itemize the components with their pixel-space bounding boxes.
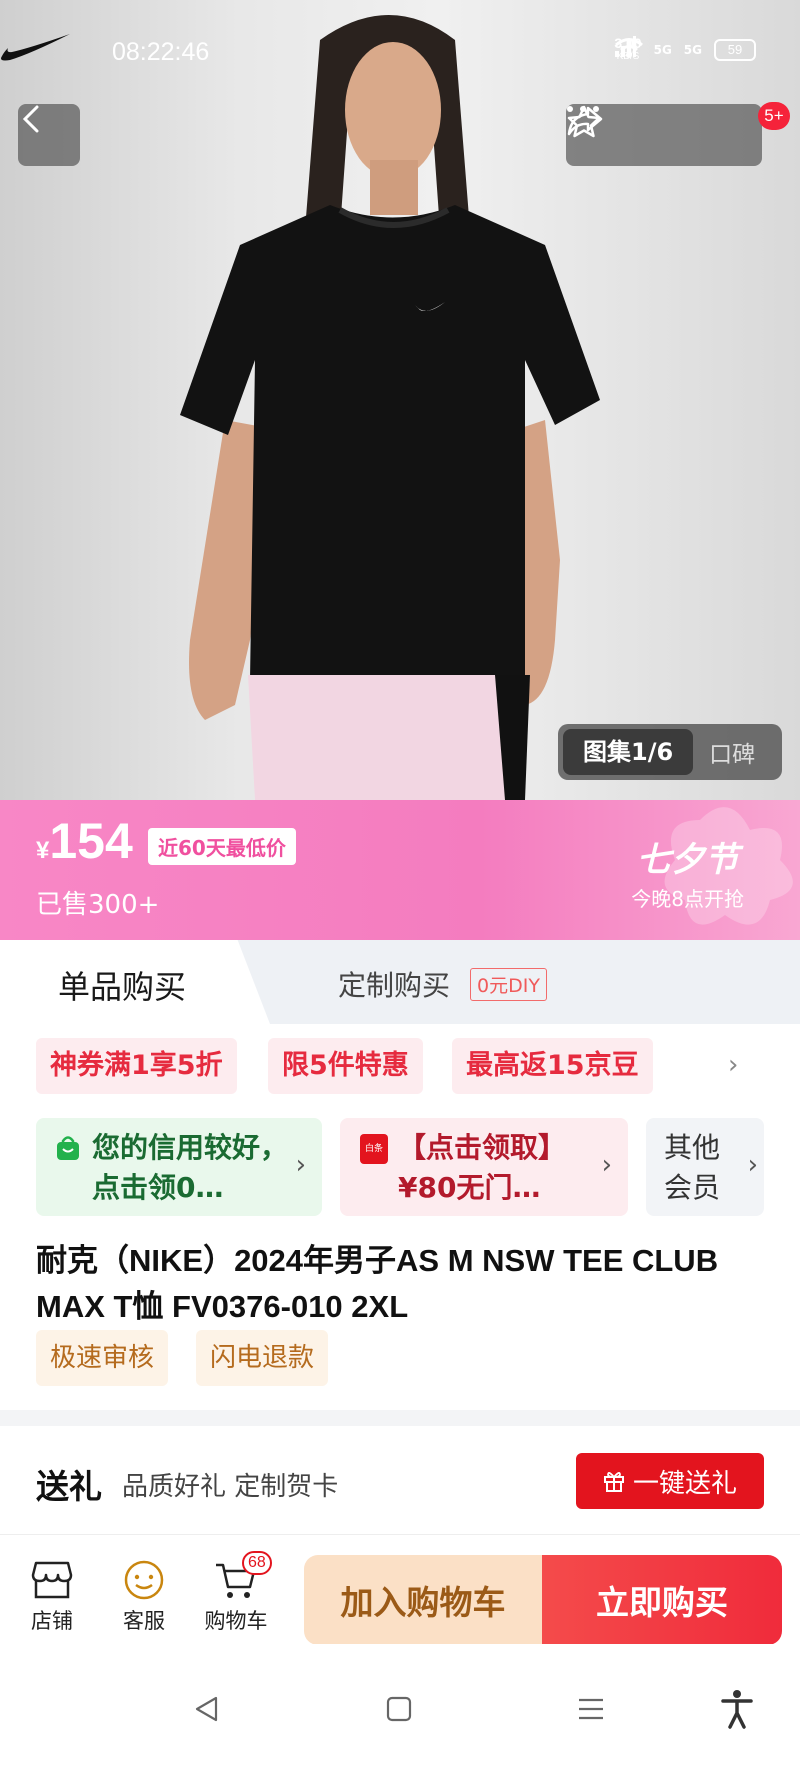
gift-button-label: 一键送礼	[632, 1468, 737, 1499]
triangle-back-icon	[195, 1696, 218, 1722]
store-icon	[31, 1561, 73, 1599]
status-bar: 08:22:46 3.00 KB/S 5G 5G 59	[0, 28, 800, 78]
promo-tag[interactable]: 最高返15京豆	[452, 1038, 653, 1094]
chevron-left-icon	[22, 105, 39, 133]
lowest-price-badge: 近60天最低价	[148, 828, 296, 865]
signal-5g-label-1: 5G	[653, 43, 672, 57]
system-navigation-bar	[0, 1644, 800, 1777]
tab-single-purchase[interactable]: 单品购买	[0, 940, 270, 1024]
gift-icon	[603, 1472, 624, 1492]
price: ¥154	[36, 812, 133, 870]
coupon-card[interactable]: 白条 【点击领取】¥80无门… ›	[340, 1118, 628, 1216]
cart-label: 购物车	[204, 1609, 268, 1633]
gift-title: 送礼	[36, 1467, 102, 1506]
status-time: 08:22:46	[112, 38, 210, 66]
service-label: 客服	[123, 1609, 165, 1633]
buy-now-button[interactable]: 立即购买	[542, 1555, 782, 1645]
credit-offer-text: 您的信用较好，点击领0…	[92, 1131, 289, 1204]
shopping-bag-icon	[57, 1136, 79, 1160]
tab-custom-purchase[interactable]: 定制购买	[338, 964, 450, 1004]
festival-promo[interactable]: 七夕节 今晚8点开抢	[631, 832, 744, 912]
accessibility-button[interactable]	[712, 1684, 762, 1734]
nav-menu-button[interactable]	[566, 1684, 616, 1734]
sold-count: 已售300+	[36, 890, 160, 920]
store-label: 店铺	[31, 1609, 73, 1633]
promo-tag[interactable]: 限5件特惠	[268, 1038, 423, 1094]
festival-title: 七夕节	[636, 840, 739, 880]
promo-tag[interactable]: 神券满1享5折	[36, 1038, 237, 1094]
add-to-cart-button[interactable]: 加入购物车	[304, 1555, 542, 1645]
cart-count-badge: 68	[242, 1551, 272, 1575]
product-image-gallery[interactable]: 08:22:46 3.00 KB/S 5G 5G 59	[0, 0, 800, 800]
nav-back-button[interactable]	[182, 1684, 232, 1734]
signal-5g-label-2: 5G	[683, 43, 702, 57]
message-badge: 5+	[758, 102, 790, 130]
credit-offer-card[interactable]: 您的信用较好，点击领0… ›	[36, 1118, 322, 1216]
tab-single-label: 单品购买	[58, 968, 187, 1006]
review-tab[interactable]: 口碑	[693, 735, 755, 769]
chevron-right-icon: ›	[295, 1150, 306, 1180]
gallery-indicator[interactable]: 图集1/6 口碑	[558, 724, 782, 780]
coupon-icon-label: 白条	[364, 1144, 383, 1154]
chevron-right-icon[interactable]: ›	[728, 1050, 738, 1080]
purchase-type-tabs: 单品购买 定制购买 0元DIY	[0, 940, 800, 1024]
nike-swoosh-icon	[1, 34, 70, 61]
currency-symbol: ¥	[36, 837, 50, 864]
square-home-icon	[386, 1696, 412, 1722]
chevron-right-icon: ›	[747, 1150, 758, 1180]
coupon-text: 【点击领取】¥80无门…	[398, 1131, 567, 1204]
gift-subtitle: 品质好礼 定制贺卡	[122, 1472, 339, 1502]
price-banner: ¥154 近60天最低价 已售300+ 七夕节 今晚8点开抢	[0, 800, 800, 940]
product-info: 耐克（NIKE）2024年男子AS M NSW TEE CLUB MAX T恤 …	[0, 1234, 800, 1410]
festival-subtitle: 今晚8点开抢	[631, 887, 744, 911]
gift-section: 送礼 品质好礼 定制贺卡 一键送礼	[0, 1426, 800, 1534]
more-button[interactable]	[567, 106, 753, 159]
member-card[interactable]: 其他会员 ›	[646, 1118, 764, 1216]
price-value: 154	[49, 813, 133, 869]
signal-icon-2	[615, 36, 637, 57]
section-divider	[0, 1410, 800, 1426]
accessibility-icon	[721, 1690, 753, 1729]
one-click-gift-button[interactable]: 一键送礼	[576, 1453, 764, 1509]
coupon-icon: 白条	[360, 1134, 388, 1164]
back-button[interactable]	[18, 104, 80, 166]
service-tag: 闪电退款	[196, 1330, 329, 1386]
promotions: 神券满1享5折 限5件特惠 最高返15京豆 › 您的信用较好，点击领0… › 白…	[0, 1024, 800, 1234]
menu-lines-icon	[579, 1698, 603, 1720]
cart-button[interactable]: 68 购物车	[196, 1551, 276, 1635]
member-text: 其他会员	[664, 1131, 721, 1204]
gallery-count[interactable]: 图集1/6	[563, 729, 694, 775]
service-tag: 极速审核	[36, 1330, 169, 1386]
product-title: 耐克（NIKE）2024年男子AS M NSW TEE CLUB MAX T恤 …	[36, 1243, 719, 1324]
chevron-right-icon: ›	[601, 1150, 612, 1180]
more-dots-icon	[567, 106, 599, 112]
nav-home-button[interactable]	[374, 1684, 424, 1734]
customer-service-icon	[124, 1560, 164, 1600]
bottom-action-bar: 店铺 客服 68 购物车 加入购物车 立即购买	[0, 1534, 800, 1645]
diy-tag: 0元DIY	[470, 968, 547, 1001]
share-button[interactable]	[567, 106, 688, 159]
customer-service-button[interactable]: 客服	[104, 1555, 184, 1635]
battery-indicator: 59	[714, 39, 756, 61]
store-button[interactable]: 店铺	[12, 1555, 92, 1635]
header-actions	[566, 104, 762, 166]
